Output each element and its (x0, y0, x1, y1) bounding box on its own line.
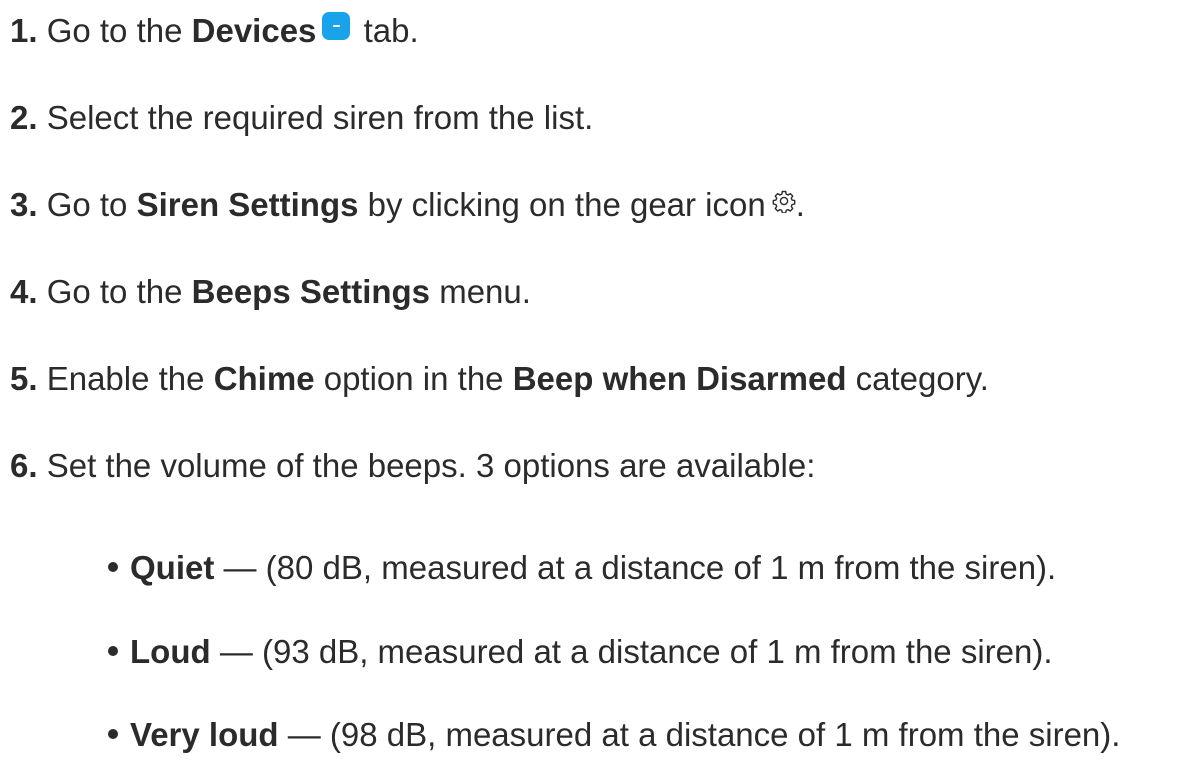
list-item: Loud — (93 dB, measured at a distance of… (108, 622, 1053, 682)
beep-when-disarmed-label: Beep when Disarmed (512, 360, 847, 397)
option-label: Quiet (130, 549, 215, 586)
option-label: Very loud (130, 716, 279, 753)
step-4: 4. Go to the Beeps Settings menu. (10, 262, 531, 322)
step-2: 2. Select the required siren from the li… (10, 88, 593, 148)
option-description: — (93 dB, measured at a distance of 1 m … (219, 633, 1053, 670)
list-item: Quiet — (80 dB, measured at a distance o… (108, 538, 1056, 598)
gear-icon (772, 190, 796, 213)
step-number: 1. (10, 12, 38, 49)
instructions-document: 1. Go to the Devices tab. 2. Select the … (10, 0, 1178, 759)
beeps-settings-label: Beeps Settings (191, 273, 431, 310)
option-description: — (98 dB, measured at a distance of 1 m … (287, 716, 1121, 753)
step-text: option in the (323, 360, 504, 397)
list-item: Very loud — (98 dB, measured at a distan… (108, 705, 1120, 765)
step-text: by clicking on the gear icon (367, 186, 766, 223)
devices-icon (322, 12, 351, 40)
step-text: tab. (363, 12, 419, 49)
step-number: 3. (10, 186, 38, 223)
step-text: Set the volume of the beeps. 3 options a… (46, 447, 816, 484)
step-text: . (795, 186, 805, 223)
siren-settings-label: Siren Settings (136, 186, 359, 223)
step-6: 6. Set the volume of the beeps. 3 option… (10, 436, 815, 496)
step-text: Go to (46, 186, 128, 223)
step-3: 3. Go to Siren Settings by clicking on t… (10, 175, 805, 235)
step-number: 6. (10, 447, 38, 484)
step-text: Go to the (46, 273, 183, 310)
step-1: 1. Go to the Devices tab. (10, 1, 419, 61)
bullet-dot (108, 646, 118, 656)
step-text: Select the required siren from the list. (46, 99, 594, 136)
step-text: Enable the (46, 360, 205, 397)
option-description: — (80 dB, measured at a distance of 1 m … (223, 549, 1057, 586)
bullet-dot (108, 562, 118, 572)
step-text: category. (855, 360, 989, 397)
bullet-dot (108, 729, 118, 739)
step-number: 5. (10, 360, 38, 397)
option-label: Loud (130, 633, 211, 670)
step-5: 5. Enable the Chime option in the Beep w… (10, 349, 989, 409)
chime-label: Chime (213, 360, 315, 397)
step-number: 2. (10, 99, 38, 136)
devices-tab-label: Devices (191, 12, 317, 49)
step-number: 4. (10, 273, 38, 310)
step-text: menu. (439, 273, 531, 310)
step-text: Go to the (46, 12, 183, 49)
